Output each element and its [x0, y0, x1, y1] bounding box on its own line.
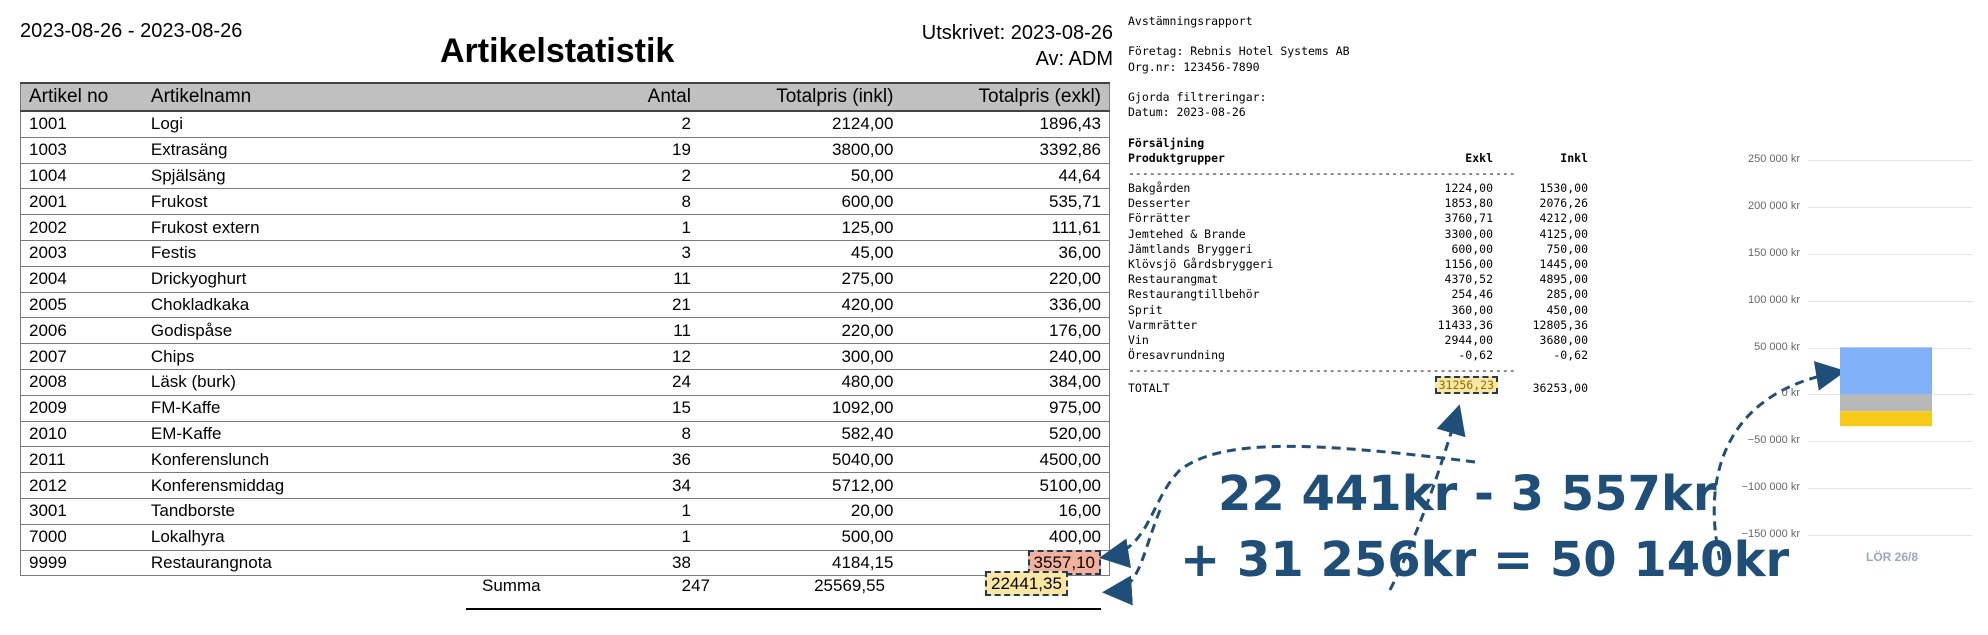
chart-bar-segment [1840, 347, 1932, 395]
chart-bar-segment [1840, 411, 1932, 427]
arrow-to-summa [1102, 509, 1162, 606]
chart-bar-segment [1840, 394, 1932, 412]
equation-line-1: 22 441kr - 3 557kr [1218, 466, 1717, 522]
revenue-chart: 250 000 kr 200 000 kr 150 000 kr 100 000 kr… [1690, 150, 1988, 570]
chart-category-label: LÖR 26/8 [1866, 550, 1919, 564]
chart-plot [1840, 347, 1932, 427]
